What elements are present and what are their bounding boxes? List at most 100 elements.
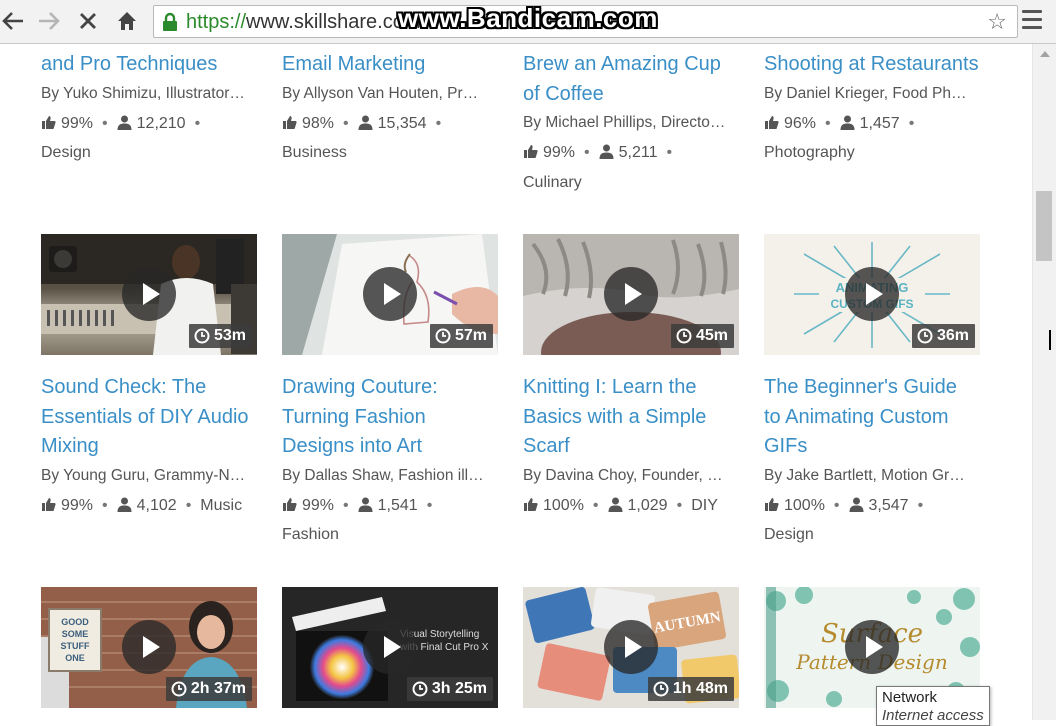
mouse-cursor — [1049, 330, 1054, 350]
course-thumbnail[interactable]: 53m — [41, 234, 257, 355]
play-icon[interactable] — [363, 620, 417, 674]
lock-icon — [161, 12, 179, 37]
course-title[interactable]: Brew an Amazing Cup of Coffee — [523, 50, 739, 109]
play-icon[interactable] — [845, 620, 899, 674]
clock-icon — [194, 328, 210, 344]
user-icon — [117, 497, 132, 512]
course-thumbnail[interactable]: AUTUMN 1h 48m — [523, 587, 739, 708]
course-card[interactable]: The Beginner's Guide to Animating Custom G… — [764, 373, 980, 550]
course-author: By Yuko Shimizu, Illustrator… — [41, 84, 245, 102]
forward-arrow-icon[interactable] — [36, 8, 62, 34]
course-card[interactable]: Shooting at Restaurants By Daniel Kriege… — [764, 50, 980, 168]
home-icon[interactable] — [114, 8, 140, 34]
user-icon — [599, 144, 614, 159]
course-stats: 100% • 1,029 • DIY — [523, 491, 745, 521]
duration-badge: 36m — [911, 324, 975, 348]
tooltip-title: Network — [882, 689, 938, 706]
stop-loading-icon[interactable] — [75, 8, 101, 34]
thumbs-up-icon — [765, 497, 779, 511]
tooltip-subtitle: Internet access — [882, 707, 984, 724]
course-thumbnail[interactable]: 45m — [523, 234, 739, 355]
network-tooltip: Network Internet access — [876, 686, 990, 726]
course-title[interactable]: Knitting I: Learn the Basics with a Simpl… — [523, 373, 739, 462]
clock-icon — [435, 328, 451, 344]
course-stats: 99% • 12,210 • Design — [41, 114, 201, 162]
course-author: By Young Guru, Grammy-N… — [41, 466, 246, 484]
course-category[interactable]: Business — [282, 144, 347, 161]
thumbs-up-icon — [283, 497, 297, 511]
clock-icon — [171, 681, 187, 697]
browser-toolbar: https://www.skillshare.com ☆ www.Bandica… — [0, 0, 1056, 44]
course-title[interactable]: and Pro Techniques — [41, 50, 257, 80]
scroll-up-arrow-icon[interactable] — [1040, 51, 1050, 57]
course-author: By Allyson Van Houten, Pr… — [282, 84, 479, 102]
play-icon[interactable] — [363, 267, 417, 321]
recording-watermark: www.Bandicam.com — [398, 3, 658, 33]
thumbs-up-icon — [42, 497, 56, 511]
poster-word: ONE — [65, 653, 85, 663]
thumbs-up-icon — [42, 115, 56, 129]
duration-badge: 2h 37m — [165, 677, 252, 701]
course-title[interactable]: Drawing Couture: Turning Fashion Designs i… — [282, 373, 498, 462]
course-thumbnail[interactable]: GOOD SOME STUFF ONE 2h 37m — [41, 587, 257, 708]
clock-icon — [653, 681, 669, 697]
course-stats: 100% • 3,547 • Design — [764, 496, 924, 544]
user-icon — [840, 115, 855, 130]
thumbs-up-icon — [765, 115, 779, 129]
scrollbar-thumb[interactable] — [1036, 191, 1052, 261]
play-icon[interactable] — [845, 267, 899, 321]
duration-badge: 57m — [429, 324, 493, 348]
course-category[interactable]: Design — [764, 526, 814, 543]
course-stats: 99% • 1,541 • Fashion — [282, 496, 433, 544]
vertical-scrollbar[interactable] — [1032, 44, 1056, 720]
course-card[interactable]: Sound Check: The Essentials of DIY Audio M… — [41, 373, 257, 520]
course-card[interactable]: Knitting I: Learn the Basics with a Simpl… — [523, 373, 739, 520]
poster-word: STUFF — [61, 641, 90, 651]
bookmark-star-icon[interactable]: ☆ — [987, 9, 1007, 35]
course-category[interactable]: DIY — [691, 497, 718, 514]
user-icon — [117, 115, 132, 130]
course-title[interactable]: The Beginner's Guide to Animating Custom G… — [764, 373, 980, 462]
course-stats: 98% • 15,354 • Business — [282, 114, 442, 162]
play-icon[interactable] — [604, 267, 658, 321]
duration-badge: 45m — [670, 324, 734, 348]
duration-badge: 1h 48m — [647, 677, 734, 701]
course-category[interactable]: Music — [200, 497, 242, 514]
course-thumbnail[interactable]: Visual Storytelling with Final Cut Pro X… — [282, 587, 498, 708]
course-card[interactable]: Brew an Amazing Cup of Coffee By Michael … — [523, 50, 739, 197]
user-icon — [608, 497, 623, 512]
course-thumbnail[interactable]: ANIMATING CUSTOM GIFS 36m — [764, 234, 980, 355]
course-category[interactable]: Design — [41, 144, 91, 161]
course-card[interactable]: Email Marketing By Allyson Van Houten, P… — [282, 50, 498, 168]
course-stats: 99% • 5,211 • Culinary — [523, 144, 673, 191]
play-icon[interactable] — [122, 620, 176, 674]
play-icon[interactable] — [604, 620, 658, 674]
back-arrow-icon[interactable] — [0, 8, 26, 34]
course-thumbnail[interactable]: 57m — [282, 234, 498, 355]
course-title[interactable]: Sound Check: The Essentials of DIY Audio M… — [41, 373, 257, 462]
course-author: By Michael Phillips, Directo… — [523, 114, 726, 131]
course-category[interactable]: Photography — [764, 144, 855, 161]
user-icon — [358, 497, 373, 512]
menu-icon[interactable] — [1022, 10, 1042, 32]
play-icon[interactable] — [122, 267, 176, 321]
course-author: By Dallas Shaw, Fashion ill… — [282, 466, 484, 484]
course-author: By Davina Choy, Founder, … — [523, 466, 723, 484]
clock-icon — [676, 328, 692, 344]
course-author: By Daniel Krieger, Food Ph… — [764, 84, 967, 102]
course-card[interactable]: Drawing Couture: Turning Fashion Designs i… — [282, 373, 498, 550]
poster-word: SOME — [62, 629, 89, 639]
course-card[interactable]: and Pro Techniques By Yuko Shimizu, Illu… — [41, 50, 257, 168]
thumbs-up-icon — [283, 115, 297, 129]
duration-badge: 53m — [188, 324, 252, 348]
duration-badge: 3h 25m — [406, 677, 493, 701]
course-author: By Jake Bartlett, Motion Gr… — [764, 466, 965, 484]
course-title[interactable]: Shooting at Restaurants — [764, 50, 980, 80]
course-title[interactable]: Email Marketing — [282, 50, 498, 80]
course-category[interactable]: Fashion — [282, 526, 339, 543]
thumbs-up-icon — [524, 497, 538, 511]
course-category[interactable]: Culinary — [523, 174, 582, 191]
user-icon — [358, 115, 373, 130]
poster-word: GOOD — [61, 617, 89, 627]
user-icon — [849, 497, 864, 512]
